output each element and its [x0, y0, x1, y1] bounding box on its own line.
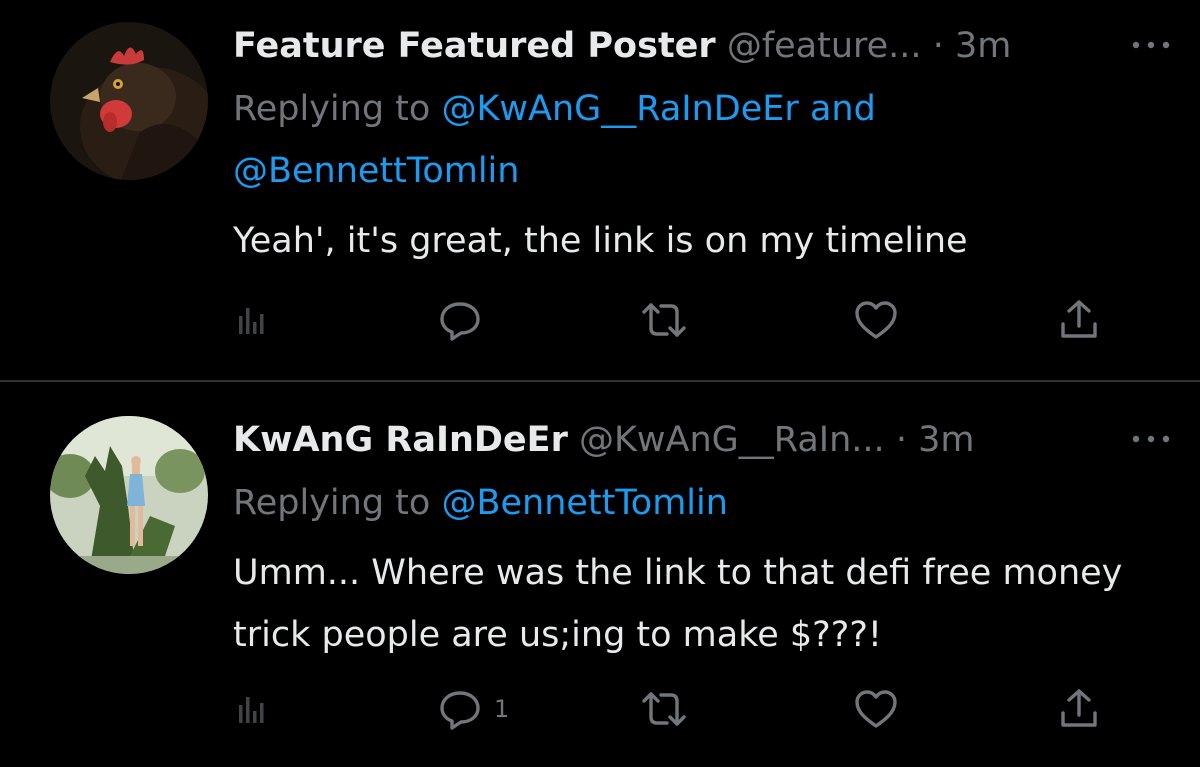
- tweet-actions: [233, 295, 1113, 345]
- display-name[interactable]: Feature Featured Poster: [233, 26, 716, 66]
- share-button[interactable]: [1058, 295, 1100, 345]
- avatar[interactable]: [50, 416, 208, 574]
- analytics-icon: [239, 697, 264, 723]
- tweet[interactable]: Feature Featured Poster @feature... · 3m…: [0, 0, 1200, 380]
- heart-icon: [855, 301, 897, 339]
- display-name[interactable]: KwAnG RaInDeEr: [233, 420, 568, 460]
- tweet-content: Feature Featured Poster @feature... · 3m…: [233, 22, 1173, 272]
- heart-icon: [855, 690, 897, 728]
- user-handle[interactable]: @feature...: [727, 26, 922, 66]
- like-button[interactable]: [853, 295, 899, 345]
- analytics-icon: [239, 308, 264, 334]
- reply-button[interactable]: [438, 295, 494, 345]
- retweet-button[interactable]: [640, 295, 688, 345]
- mention-link[interactable]: @BennettTomlin: [441, 483, 727, 523]
- mention-link[interactable]: @BennettTomlin: [233, 151, 519, 191]
- tweet-header: Feature Featured Poster @feature... · 3m: [233, 22, 1173, 70]
- timestamp[interactable]: 3m: [918, 420, 974, 460]
- views-button[interactable]: [233, 295, 269, 345]
- share-icon: [1061, 300, 1097, 338]
- separator-dot: ·: [932, 26, 944, 66]
- replying-prefix: Replying to: [233, 483, 431, 523]
- tweet-header: KwAnG RaInDeEr @KwAnG__RaIn... · 3m: [233, 416, 1173, 464]
- reply-icon: [440, 691, 480, 730]
- share-button[interactable]: [1058, 684, 1100, 734]
- tweet-text: Umm... Where was the link to that defi f…: [233, 553, 1134, 655]
- replying-prefix: Replying to: [233, 89, 431, 129]
- avatar[interactable]: [50, 22, 208, 180]
- reply-button[interactable]: 1: [438, 684, 509, 734]
- replying-joiner: and: [809, 89, 876, 129]
- reply-count: 1: [494, 695, 510, 723]
- tweet[interactable]: KwAnG RaInDeEr @KwAnG__RaIn... · 3m Repl…: [0, 382, 1200, 767]
- replying-to: Replying to @KwAnG__RaInDeEr and @Bennet…: [233, 78, 1173, 202]
- more-options-icon[interactable]: [1129, 424, 1173, 454]
- rooster-avatar-icon: [50, 22, 208, 180]
- views-button[interactable]: [233, 684, 269, 734]
- retweet-button[interactable]: [640, 684, 688, 734]
- separator-dot: ·: [895, 420, 907, 460]
- share-icon: [1061, 689, 1097, 727]
- reply-icon: [440, 302, 480, 341]
- mention-link[interactable]: @KwAnG__RaInDeEr: [441, 89, 798, 129]
- user-handle[interactable]: @KwAnG__RaIn...: [579, 420, 885, 460]
- more-options-icon[interactable]: [1129, 30, 1173, 60]
- tweet-content: KwAnG RaInDeEr @KwAnG__RaIn... · 3m Repl…: [233, 416, 1173, 666]
- timestamp[interactable]: 3m: [955, 26, 1011, 66]
- retweet-icon: [642, 303, 686, 337]
- tweet-text: Yeah', it's great, the link is on my tim…: [233, 221, 968, 261]
- topiary-avatar-icon: [50, 416, 208, 574]
- like-button[interactable]: [853, 684, 899, 734]
- retweet-icon: [642, 692, 686, 726]
- replying-to: Replying to @BennettTomlin: [233, 472, 1173, 534]
- tweet-actions: 1: [233, 684, 1113, 734]
